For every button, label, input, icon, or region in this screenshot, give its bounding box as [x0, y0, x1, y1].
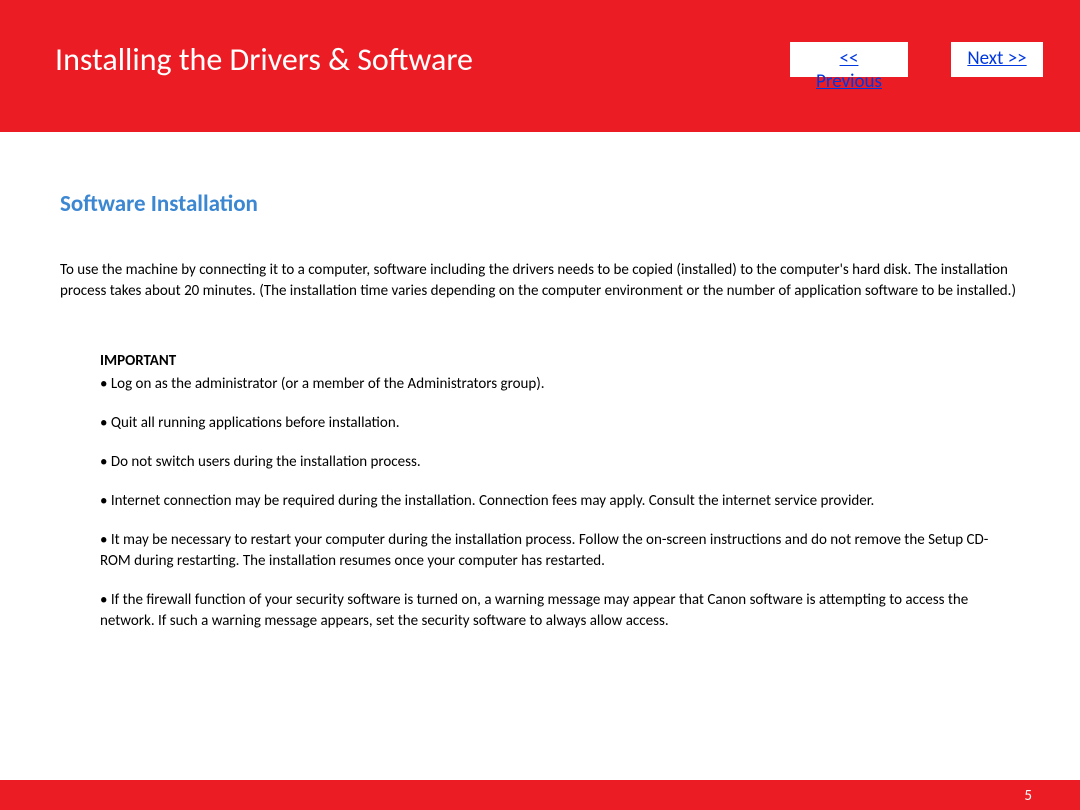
list-item: • If the firewall function of your secur…: [100, 590, 1000, 632]
intro-paragraph: To use the machine by connecting it to a…: [60, 260, 1020, 302]
header-band: Installing the Drivers & Software << Pre…: [0, 0, 1080, 132]
list-item: • Quit all running applications before i…: [100, 413, 1000, 434]
content-area: Software Installation To use the machine…: [0, 132, 1080, 632]
next-button[interactable]: Next >>: [951, 42, 1043, 77]
list-item: • Internet connection may be required du…: [100, 491, 1000, 512]
list-item: • Do not switch users during the install…: [100, 452, 1000, 473]
list-item: • Log on as the administrator (or a memb…: [100, 374, 1000, 395]
bullet-list: • Log on as the administrator (or a memb…: [100, 374, 1000, 632]
page-title: Installing the Drivers & Software: [55, 40, 473, 79]
footer-band: 5: [0, 780, 1080, 810]
important-block: IMPORTANT • Log on as the administrator …: [60, 352, 1020, 632]
section-heading: Software Installation: [60, 190, 1020, 218]
previous-button[interactable]: << Previous: [790, 42, 908, 77]
page-number: 5: [1024, 787, 1032, 805]
important-label: IMPORTANT: [100, 352, 1000, 370]
list-item: • It may be necessary to restart your co…: [100, 530, 1000, 572]
